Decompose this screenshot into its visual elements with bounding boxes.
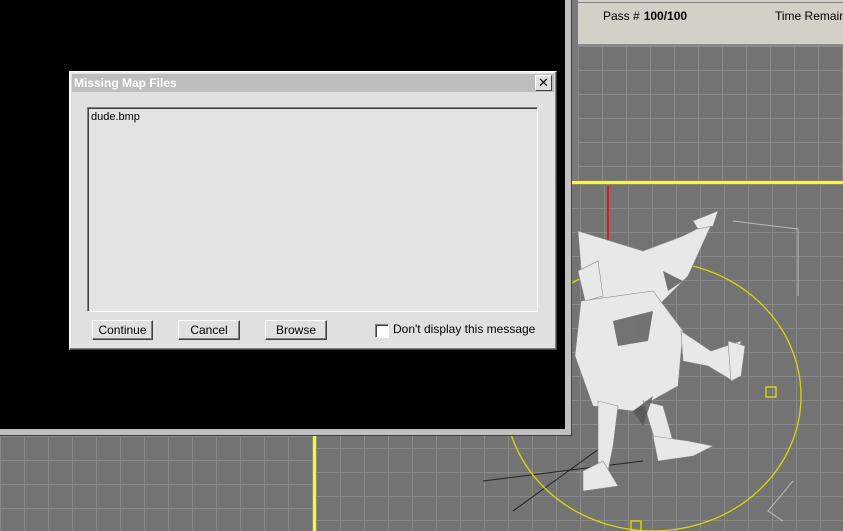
viewport-top-right[interactable] bbox=[578, 46, 843, 180]
time-remaining-label: Time Remainin bbox=[775, 9, 843, 23]
close-button[interactable]: ✕ bbox=[535, 75, 552, 91]
dont-display-checkbox[interactable] bbox=[375, 324, 389, 338]
pass-label: Pass # bbox=[603, 9, 640, 23]
missing-map-files-dialog: Missing Map Files ✕ dude.bmp Continue Ca… bbox=[69, 71, 557, 350]
pass-counter: Pass #100/100 bbox=[603, 9, 687, 23]
dialog-titlebar[interactable]: Missing Map Files ✕ bbox=[72, 74, 554, 92]
pass-value: 100/100 bbox=[643, 9, 688, 23]
dialog-title: Missing Map Files bbox=[74, 76, 177, 90]
missing-files-list[interactable]: dude.bmp bbox=[87, 107, 538, 312]
cancel-button[interactable]: Cancel bbox=[178, 320, 240, 340]
browse-button[interactable]: Browse bbox=[265, 320, 327, 340]
continue-button[interactable]: Continue bbox=[92, 320, 153, 340]
list-item[interactable]: dude.bmp bbox=[91, 111, 140, 123]
dont-display-label[interactable]: Don't display this message bbox=[393, 322, 535, 336]
rendering-progress-panel: Pass #100/100 Time Remainin bbox=[578, 0, 843, 46]
close-icon: ✕ bbox=[538, 75, 549, 90]
progress-divider bbox=[578, 0, 843, 3]
viewport-bottom-left[interactable] bbox=[0, 436, 313, 531]
